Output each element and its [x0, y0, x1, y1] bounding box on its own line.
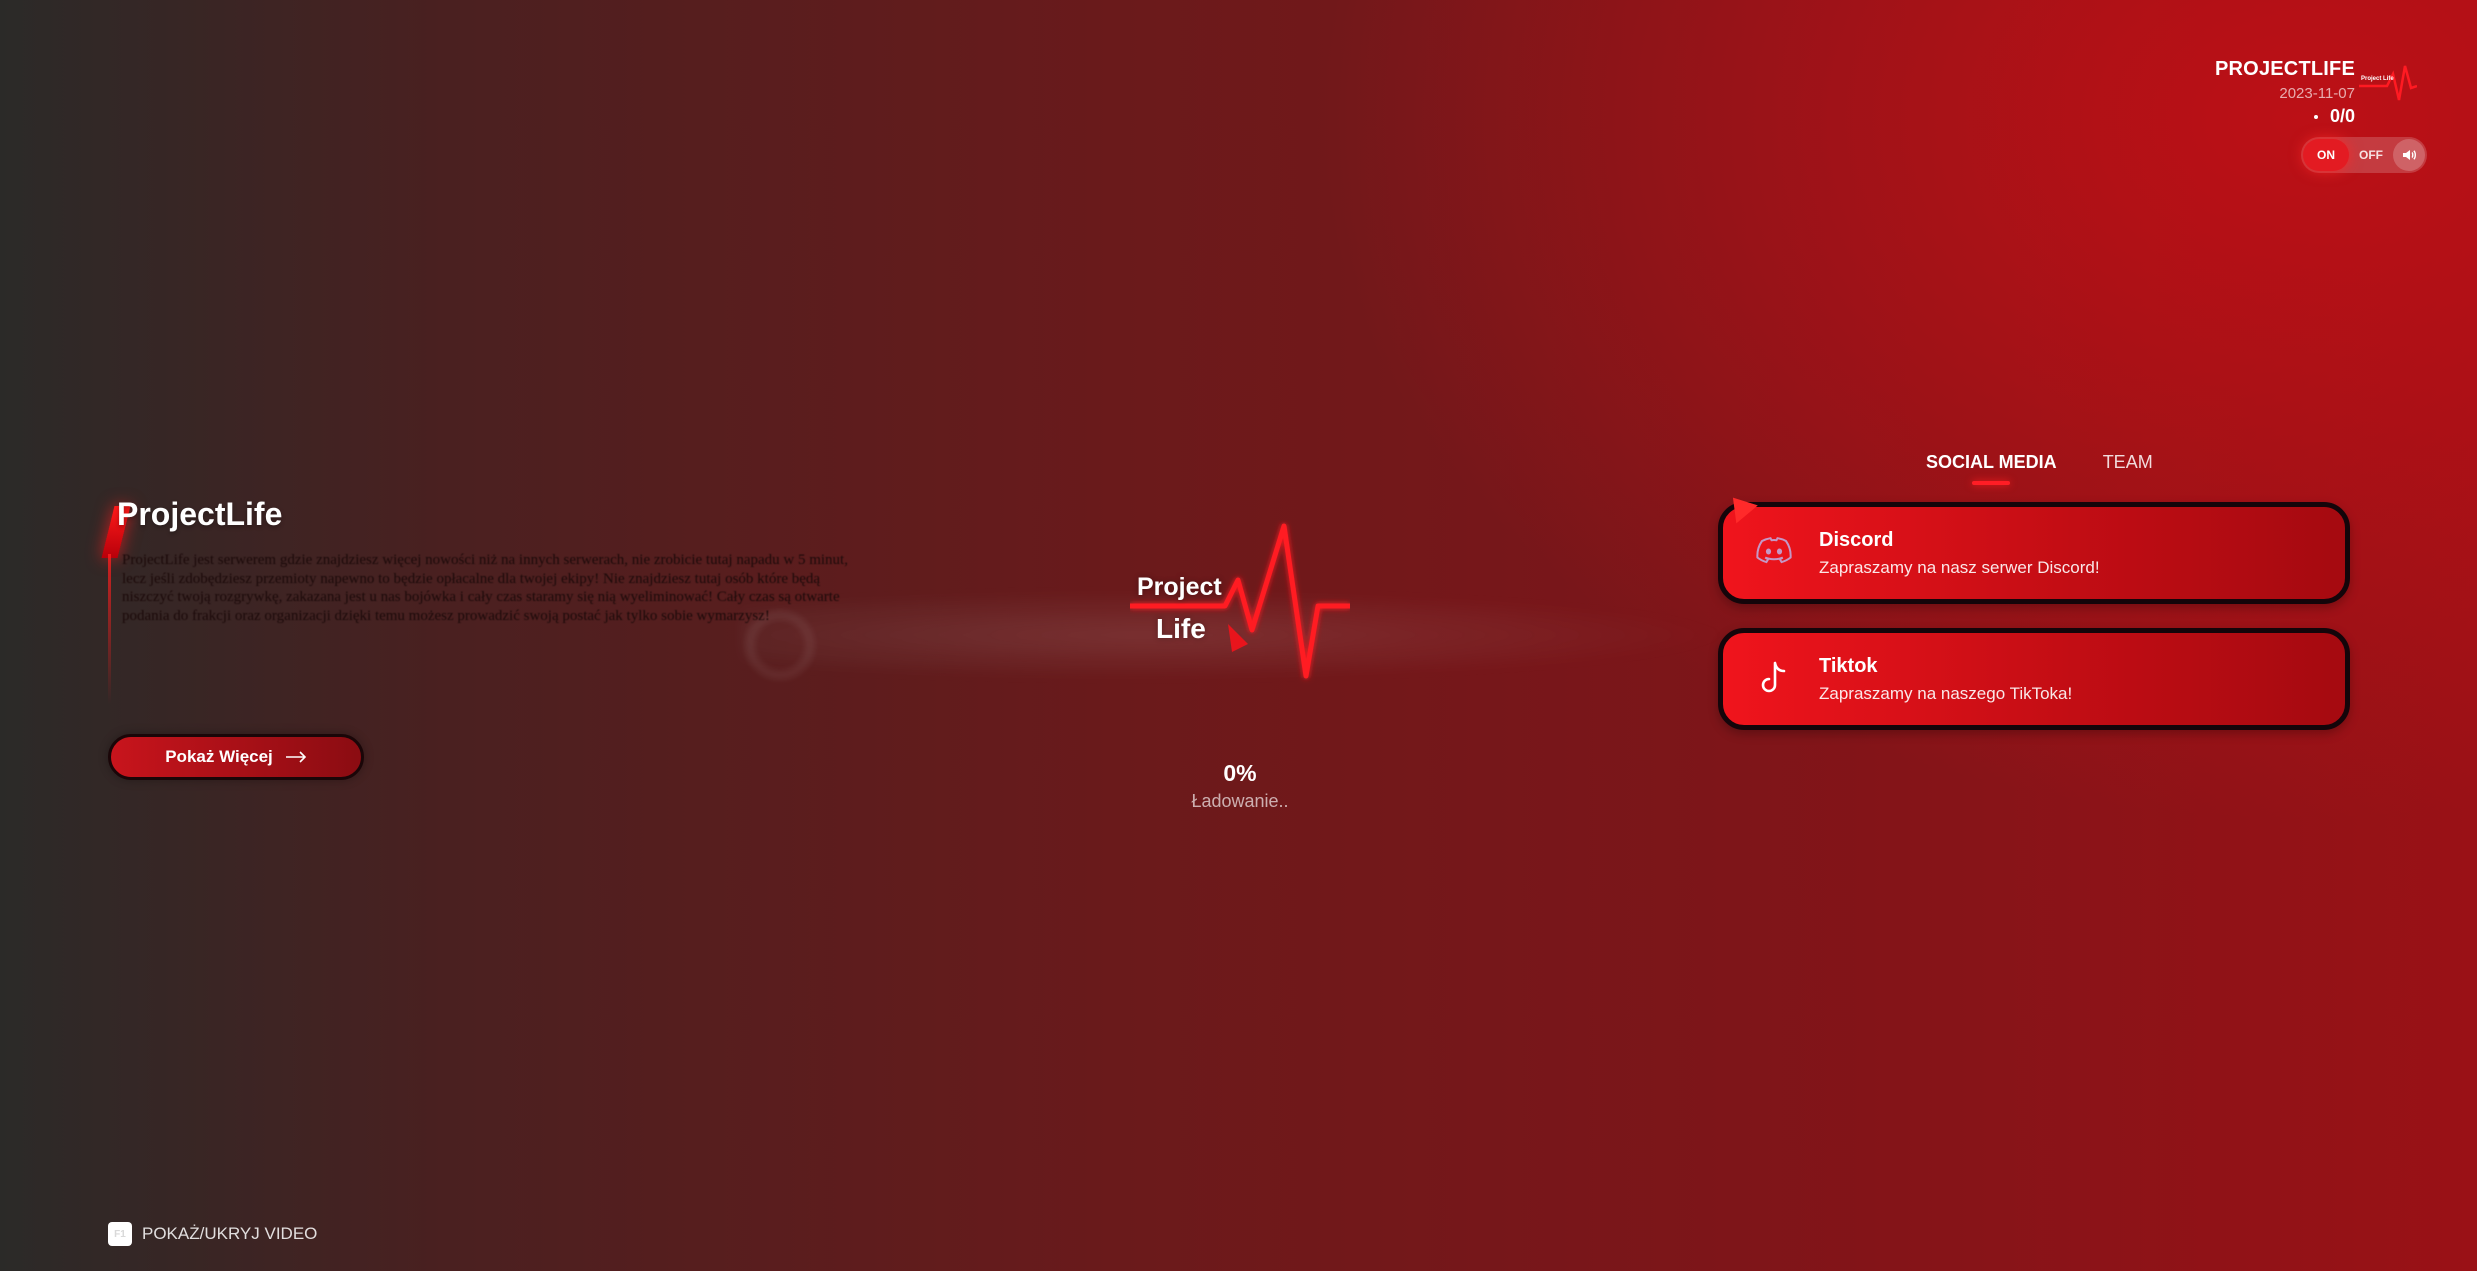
discord-card[interactable]: Discord Zapraszamy na nasz serwer Discor… [1718, 502, 2350, 604]
about-text: ProjectLife jest serwerem gdzie znajdzie… [122, 552, 848, 624]
audio-on-button[interactable]: ON [2303, 139, 2349, 171]
player-count-value: 0/0 [2329, 106, 2355, 126]
about-title: ProjectLife [117, 496, 283, 532]
mini-logo-text: Project Life [2361, 76, 2394, 82]
server-date: 2023-11-07 [2279, 85, 2355, 102]
show-more-label: Pokaż Więcej [165, 747, 273, 766]
logo-word-project: Project [1137, 573, 1222, 601]
speaker-icon[interactable] [2393, 139, 2425, 171]
social-tabs: SOCIAL MEDIA TEAM [1926, 452, 2153, 473]
loading-indicator: 0% Ładowanie.. [1140, 760, 1340, 812]
tiktok-card[interactable]: Tiktok Zapraszamy na naszego TikToka! [1718, 628, 2350, 730]
show-more-button[interactable]: Pokaż Więcej [108, 734, 364, 780]
tiktok-card-text: Tiktok Zapraszamy na naszego TikToka! [1819, 655, 2072, 704]
tiktok-title: Tiktok [1819, 654, 1878, 677]
center-logo: Project Life [1130, 520, 1350, 685]
mini-logo: Project Life [2359, 65, 2417, 101]
tiktok-subtitle: Zapraszamy na naszego TikToka! [1819, 683, 2073, 703]
discord-card-text: Discord Zapraszamy na nasz serwer Discor… [1819, 529, 2100, 578]
accent-line [108, 554, 111, 704]
heartbeat-icon [1130, 523, 1350, 679]
server-name: PROJECTLIFE [2215, 58, 2355, 80]
about-section: ProjectLife ProjectLife jest serwerem gd… [101, 496, 868, 704]
discord-subtitle: Zapraszamy na nasz serwer Discord! [1819, 557, 2100, 577]
audio-off-button[interactable]: OFF [2349, 148, 2393, 162]
tab-team[interactable]: TEAM [2103, 452, 2153, 473]
discord-title: Discord [1819, 528, 1894, 551]
loading-label: Ładowanie.. [1191, 791, 1289, 811]
logo-word-life: Life [1156, 613, 1206, 644]
player-count: 0/0 [2215, 106, 2355, 127]
loading-percent: 0% [1223, 760, 1257, 786]
f1-key-icon: F1 [108, 1222, 132, 1246]
status-dot [2313, 114, 2318, 119]
discord-icon [1751, 530, 1797, 576]
tab-social-media[interactable]: SOCIAL MEDIA [1926, 452, 2057, 473]
video-toggle[interactable]: F1 POKAŻ/UKRYJ VIDEO [108, 1222, 317, 1246]
tiktok-icon [1751, 656, 1797, 702]
video-toggle-label: POKAŻ/UKRYJ VIDEO [142, 1224, 318, 1243]
audio-toggle[interactable]: ON OFF [2301, 137, 2427, 173]
server-info: PROJECTLIFE 2023-11-07 0/0 [2215, 58, 2355, 127]
arrow-right-icon [285, 751, 306, 763]
